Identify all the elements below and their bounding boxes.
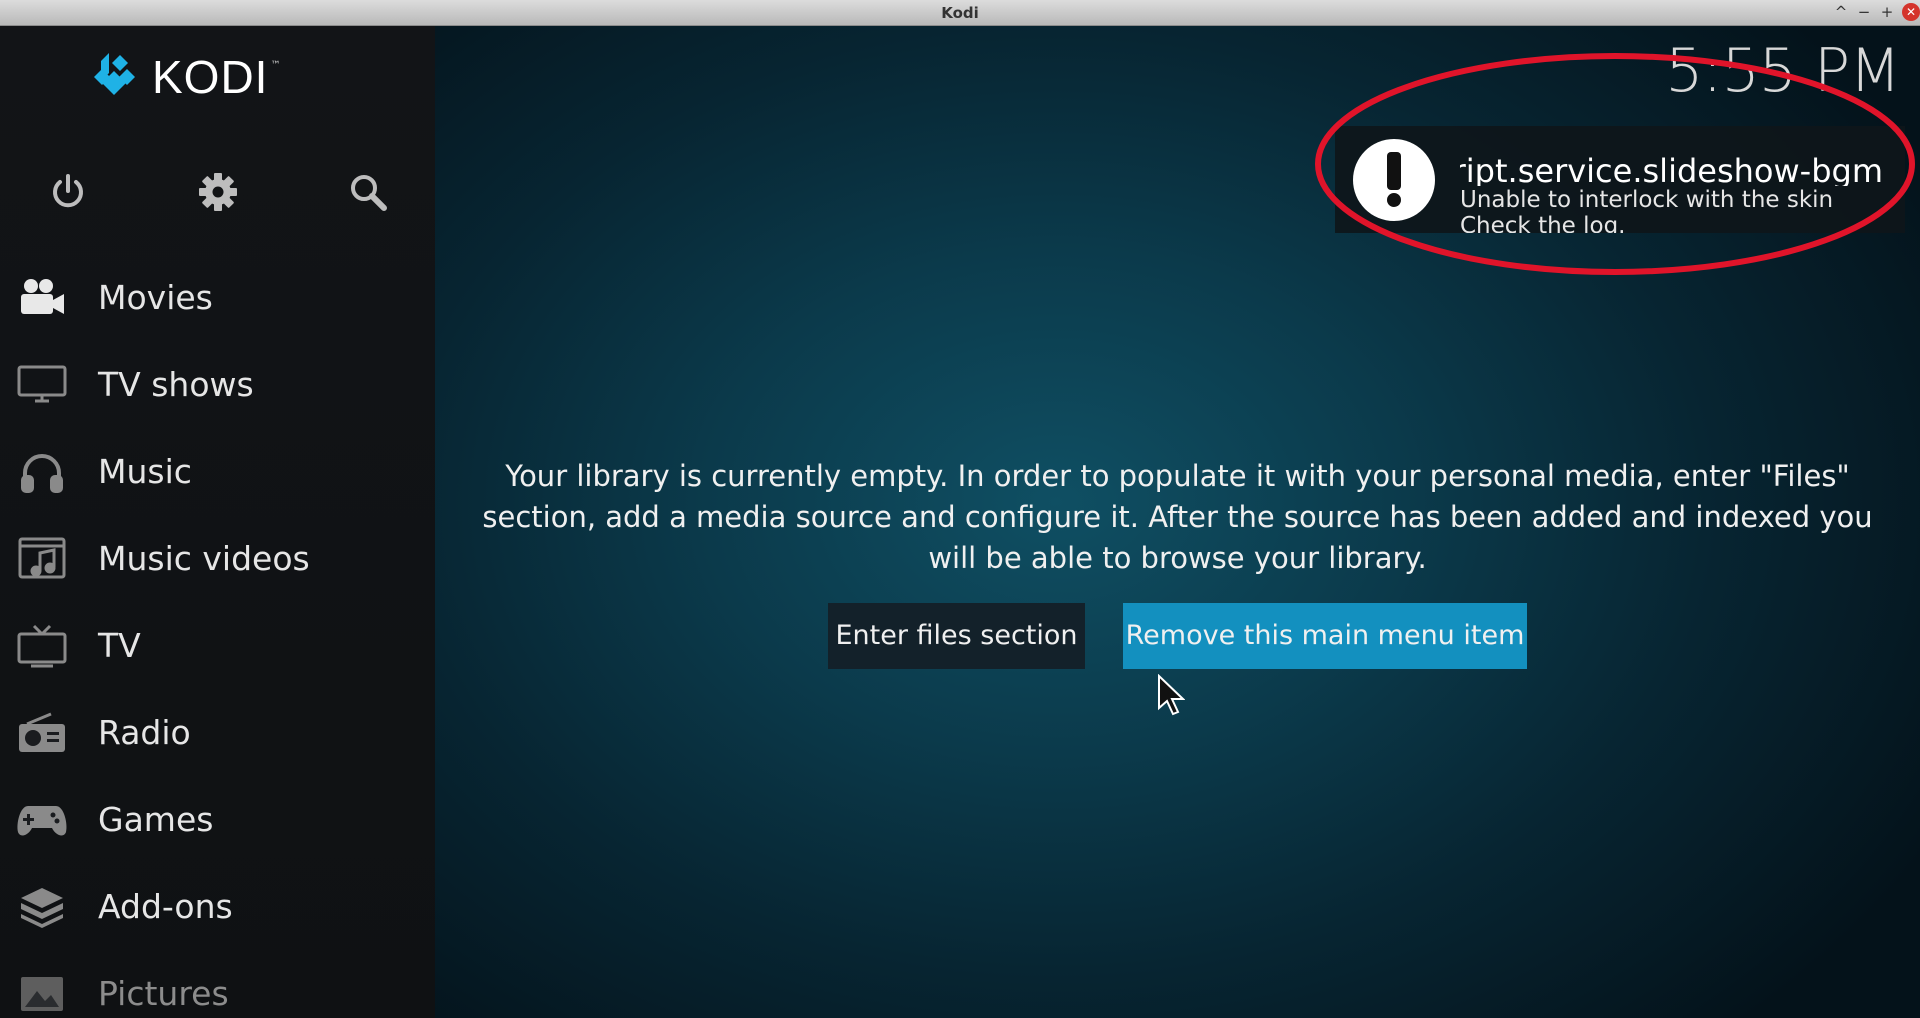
menu-item-music-videos[interactable]: Music videos — [0, 515, 435, 602]
menu-item-tv-shows[interactable]: TV shows — [0, 341, 435, 428]
menu-item-addons[interactable]: Add-ons — [0, 863, 435, 950]
addons-box-icon — [16, 884, 68, 930]
music-video-icon — [16, 536, 68, 582]
kodi-logo[interactable]: KODI ™ — [88, 51, 281, 103]
menu-item-pictures[interactable]: Pictures — [0, 950, 435, 1018]
kodi-logo-text: KODI — [152, 51, 269, 103]
movie-camera-icon — [16, 275, 68, 321]
live-tv-icon — [16, 623, 68, 669]
window-close-button[interactable]: ✕ — [1902, 3, 1920, 21]
window-titlebar: Kodi ^ − + ✕ — [0, 0, 1920, 26]
mouse-cursor-icon — [1158, 674, 1185, 716]
power-icon[interactable] — [44, 168, 92, 216]
kodi-app: KODI ™ Movies TV shows Music Music video… — [0, 26, 1920, 1018]
search-icon[interactable] — [344, 168, 392, 216]
empty-library-message: Your library is currently empty. In orde… — [482, 459, 1873, 575]
menu-item-radio[interactable]: Radio — [0, 689, 435, 776]
window-shade-button[interactable]: ^ — [1832, 3, 1850, 21]
sidebar-top-icons — [0, 168, 435, 228]
notification-hint: Check the log. — [1460, 213, 1626, 233]
radio-icon — [16, 710, 68, 756]
enter-files-section-button[interactable]: Enter files section — [828, 603, 1085, 669]
menu-item-label: Music videos — [98, 539, 310, 578]
menu-item-movies[interactable]: Movies — [0, 254, 435, 341]
notification-toast[interactable]: script.service.slideshow-bgm Unable to i… — [1335, 126, 1905, 233]
menu-item-label: Add-ons — [98, 887, 233, 926]
pictures-icon — [16, 971, 68, 1017]
menu-item-label: Radio — [98, 713, 191, 752]
gamepad-icon — [16, 797, 68, 843]
remove-main-menu-item-button[interactable]: Remove this main menu item — [1123, 603, 1527, 669]
notification-title: script.service.slideshow-bgm — [1460, 152, 1883, 186]
tv-monitor-icon — [16, 362, 68, 408]
window-minimize-button[interactable]: − — [1855, 3, 1873, 21]
clock: 5:55 PM — [1665, 36, 1901, 106]
menu-item-label: TV — [98, 626, 141, 665]
main-menu: Movies TV shows Music Music videos TV Ra… — [0, 254, 435, 1018]
notification-title-clip: script.service.slideshow-bgm — [1460, 126, 1905, 186]
menu-item-games[interactable]: Games — [0, 776, 435, 863]
menu-item-music[interactable]: Music — [0, 428, 435, 515]
exclamation-icon — [1353, 139, 1435, 221]
menu-item-label: Games — [98, 800, 214, 839]
menu-item-label: Music — [98, 452, 192, 491]
notification-message: Unable to interlock with the skin — [1460, 187, 1834, 213]
window-maximize-button[interactable]: + — [1878, 3, 1896, 21]
kodi-logo-icon — [94, 53, 135, 95]
trademark-mark: ™ — [270, 60, 281, 71]
settings-icon[interactable] — [194, 168, 242, 216]
menu-item-tv[interactable]: TV — [0, 602, 435, 689]
sidebar: KODI ™ Movies TV shows Music Music video… — [0, 26, 435, 1018]
menu-item-label: Pictures — [98, 974, 229, 1013]
headphones-icon — [16, 449, 68, 495]
window-title: Kodi — [941, 4, 979, 22]
menu-item-label: Movies — [98, 278, 213, 317]
menu-item-label: TV shows — [98, 365, 254, 404]
